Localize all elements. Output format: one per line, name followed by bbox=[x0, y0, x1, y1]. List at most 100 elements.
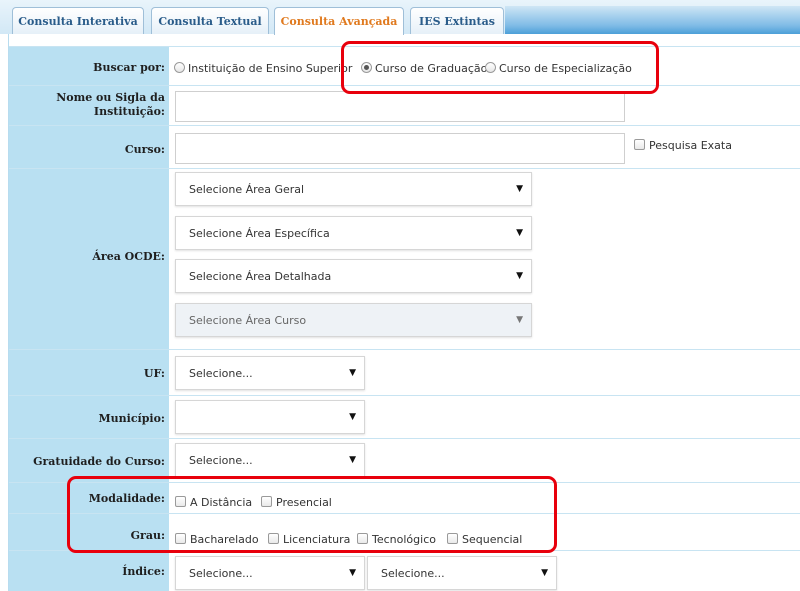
indice-value-1: Selecione... bbox=[189, 566, 253, 580]
grau-sequencial-label: Sequencial bbox=[462, 533, 523, 546]
uf-field: Selecione... ▼ bbox=[170, 350, 800, 395]
modalidade-presencial-option[interactable]: Presencial bbox=[261, 496, 332, 509]
gratuidade-select[interactable]: Selecione... ▼ bbox=[175, 443, 365, 477]
option-graduacao-label: Curso de Graduação bbox=[375, 62, 488, 75]
area-ocde-label-cell: Área OCDE: bbox=[9, 169, 169, 349]
tab-consulta-avancada[interactable]: Consulta Avançada bbox=[274, 7, 404, 35]
chevron-down-icon: ▼ bbox=[349, 412, 356, 422]
area-detalhada-select[interactable]: Selecione Área Detalhada ▼ bbox=[175, 259, 532, 293]
chevron-down-icon: ▼ bbox=[516, 228, 523, 238]
grau-tecnologico-option[interactable]: Tecnológico bbox=[357, 533, 436, 546]
nome-label-line1: Nome ou Sigla da bbox=[56, 91, 165, 104]
area-curso-value: Selecione Área Curso bbox=[189, 313, 307, 327]
row-modalidade: Modalidade: A Distância Presencial bbox=[9, 482, 800, 513]
search-form: Buscar por: Instituição de Ensino Superi… bbox=[8, 34, 800, 591]
grau-licenciatura-option[interactable]: Licenciatura bbox=[268, 533, 350, 546]
indice-select-2[interactable]: Selecione... ▼ bbox=[367, 556, 557, 590]
uf-value: Selecione... bbox=[189, 366, 253, 380]
modalidade-presencial-label: Presencial bbox=[276, 496, 332, 509]
grau-label-cell: Grau: bbox=[9, 514, 169, 550]
nome-field bbox=[170, 86, 800, 125]
row-nome: Nome ou Sigla da Instituição: bbox=[9, 85, 800, 125]
modalidade-label: Modalidade: bbox=[88, 492, 165, 505]
row-buscar-por: Buscar por: Instituição de Ensino Superi… bbox=[9, 46, 800, 85]
grau-bacharelado-label: Bacharelado bbox=[190, 533, 259, 546]
curso-input[interactable] bbox=[175, 133, 625, 164]
tab-ies-extintas[interactable]: IES Extintas bbox=[410, 7, 504, 34]
radio-especializacao-icon[interactable] bbox=[485, 62, 496, 73]
radio-graduacao-icon[interactable] bbox=[361, 62, 372, 73]
indice-label-cell: Índice: bbox=[9, 551, 169, 591]
indice-field: Selecione... ▼ Selecione... ▼ bbox=[170, 551, 800, 591]
grau-tecnologico-label: Tecnológico bbox=[372, 533, 436, 546]
modalidade-distancia-option[interactable]: A Distância bbox=[175, 496, 252, 509]
municipio-label: Município: bbox=[98, 412, 166, 425]
modalidade-label-cell: Modalidade: bbox=[9, 483, 169, 513]
uf-label: UF: bbox=[143, 367, 165, 380]
area-detalhada-value: Selecione Área Detalhada bbox=[189, 269, 332, 283]
municipio-field: ▼ bbox=[170, 396, 800, 438]
buscar-por-field: Instituição de Ensino Superior Curso de … bbox=[170, 47, 800, 85]
uf-label-cell: UF: bbox=[9, 350, 169, 395]
nome-input[interactable] bbox=[175, 91, 625, 122]
row-municipio: Município: ▼ bbox=[9, 395, 800, 438]
indice-select-1[interactable]: Selecione... ▼ bbox=[175, 556, 365, 590]
curso-field: Pesquisa Exata bbox=[170, 126, 800, 168]
pesquisa-exata-label: Pesquisa Exata bbox=[649, 139, 732, 152]
tab-bar: Consulta Interativa Consulta Textual Con… bbox=[0, 0, 800, 35]
pesquisa-exata-checkbox-icon[interactable] bbox=[634, 139, 645, 150]
row-indice: Índice: Selecione... ▼ Selecione... ▼ bbox=[9, 550, 800, 591]
chevron-down-icon: ▼ bbox=[541, 568, 548, 578]
grau-label: Grau: bbox=[130, 529, 165, 542]
row-grau: Grau: Bacharelado Licenciatura Tecnológi… bbox=[9, 513, 800, 550]
indice-value-2: Selecione... bbox=[381, 566, 445, 580]
checkbox-bacharelado-icon[interactable] bbox=[175, 533, 186, 544]
chevron-down-icon: ▼ bbox=[349, 568, 356, 578]
area-ocde-field: Selecione Área Geral ▼ Selecione Área Es… bbox=[170, 169, 800, 349]
checkbox-tecnologico-icon[interactable] bbox=[357, 533, 368, 544]
curso-label-cell: Curso: bbox=[9, 126, 169, 168]
municipio-select[interactable]: ▼ bbox=[175, 400, 365, 434]
checkbox-licenciatura-icon[interactable] bbox=[268, 533, 279, 544]
option-ies[interactable]: Instituição de Ensino Superior bbox=[174, 62, 352, 75]
uf-select[interactable]: Selecione... ▼ bbox=[175, 356, 365, 390]
chevron-down-icon: ▼ bbox=[349, 455, 356, 465]
nome-label-line2: Instituição: bbox=[93, 105, 165, 118]
pesquisa-exata-option[interactable]: Pesquisa Exata bbox=[634, 139, 732, 152]
radio-ies-icon[interactable] bbox=[174, 62, 185, 73]
tab-strip-decoration bbox=[505, 6, 800, 34]
buscar-por-label: Buscar por: bbox=[93, 61, 165, 74]
grau-licenciatura-label: Licenciatura bbox=[283, 533, 351, 546]
buscar-por-label-cell: Buscar por: bbox=[9, 47, 169, 85]
municipio-label-cell: Município: bbox=[9, 396, 169, 438]
modalidade-distancia-label: A Distância bbox=[190, 496, 253, 509]
checkbox-presencial-icon[interactable] bbox=[261, 496, 272, 507]
row-area-ocde: Área OCDE: Selecione Área Geral ▼ Seleci… bbox=[9, 168, 800, 349]
chevron-down-icon: ▼ bbox=[516, 184, 523, 194]
area-geral-select[interactable]: Selecione Área Geral ▼ bbox=[175, 172, 532, 206]
chevron-down-icon: ▼ bbox=[349, 368, 356, 378]
option-curso-graduacao[interactable]: Curso de Graduação bbox=[361, 62, 487, 75]
area-ocde-label: Área OCDE: bbox=[92, 250, 165, 263]
row-gratuidade: Gratuidade do Curso: Selecione... ▼ bbox=[9, 438, 800, 482]
chevron-down-icon: ▼ bbox=[516, 315, 523, 325]
option-curso-especializacao[interactable]: Curso de Especialização bbox=[485, 62, 632, 75]
tab-consulta-textual[interactable]: Consulta Textual bbox=[151, 7, 269, 34]
gratuidade-field: Selecione... ▼ bbox=[170, 439, 800, 482]
area-curso-select: Selecione Área Curso ▼ bbox=[175, 303, 532, 337]
grau-sequencial-option[interactable]: Sequencial bbox=[447, 533, 522, 546]
checkbox-distancia-icon[interactable] bbox=[175, 496, 186, 507]
area-geral-value: Selecione Área Geral bbox=[189, 182, 305, 196]
grau-bacharelado-option[interactable]: Bacharelado bbox=[175, 533, 259, 546]
option-especializacao-label: Curso de Especialização bbox=[499, 62, 632, 75]
checkbox-sequencial-icon[interactable] bbox=[447, 533, 458, 544]
chevron-down-icon: ▼ bbox=[516, 271, 523, 281]
curso-label: Curso: bbox=[124, 143, 165, 156]
gratuidade-value: Selecione... bbox=[189, 453, 253, 467]
area-especifica-select[interactable]: Selecione Área Específica ▼ bbox=[175, 216, 532, 250]
option-ies-label: Instituição de Ensino Superior bbox=[188, 62, 353, 75]
tab-consulta-interativa[interactable]: Consulta Interativa bbox=[12, 7, 144, 34]
gratuidade-label: Gratuidade do Curso: bbox=[33, 455, 165, 468]
row-uf: UF: Selecione... ▼ bbox=[9, 349, 800, 395]
modalidade-field: A Distância Presencial bbox=[170, 483, 800, 513]
